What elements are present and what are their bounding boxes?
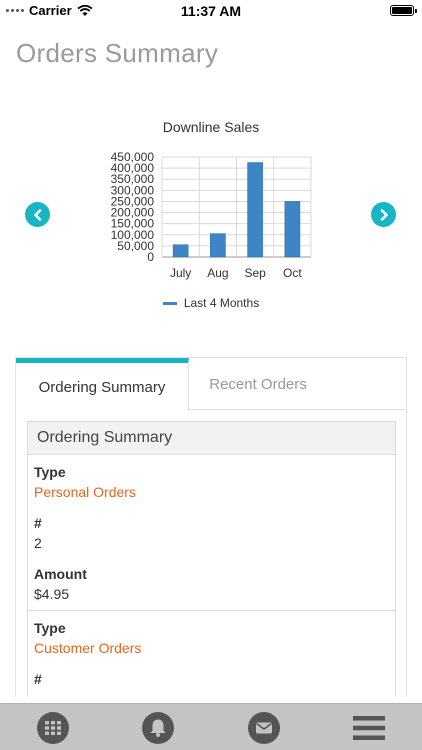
summary-card-header: Ordering Summary: [28, 422, 395, 455]
menu-button[interactable]: [353, 712, 385, 744]
status-time: 11:37 AM: [180, 3, 242, 19]
chart-container: Downline Sales 0 50,000 100,000 150,000 200,…: [0, 110, 422, 330]
bottom-nav-bar: [0, 703, 422, 750]
x-tick-label: Oct: [283, 266, 302, 280]
bar: [284, 201, 301, 258]
type-value: Personal Orders: [34, 484, 136, 500]
grid-button[interactable]: [37, 712, 69, 744]
count-label: #: [34, 515, 42, 531]
summary-card: Ordering Summary Type Personal Orders # …: [27, 421, 396, 697]
type-value: Customer Orders: [34, 640, 142, 656]
y-tick-label: 450,000: [111, 150, 155, 164]
legend-label: Last 4 Months: [183, 296, 260, 310]
type-label: Type: [34, 620, 66, 636]
bar: [172, 244, 189, 258]
page-title: Orders Summary: [16, 38, 219, 68]
tab-ordering-summary[interactable]: Ordering Summary: [16, 358, 189, 411]
menu-icon: [353, 716, 385, 740]
chart-legend: Last 4 Months: [0, 296, 422, 310]
x-tick-label: Aug: [207, 266, 228, 280]
tab-recent-orders[interactable]: Recent Orders: [190, 358, 326, 410]
grid-icon: [37, 712, 69, 744]
amount-label: Amount: [34, 566, 87, 582]
notifications-button[interactable]: [142, 712, 174, 744]
mail-icon: [248, 712, 280, 744]
next-chart-button[interactable]: [371, 202, 396, 227]
battery-icon: [390, 5, 417, 16]
order-row: Type Customer Orders #: [28, 611, 395, 695]
x-tick-label: July: [170, 266, 191, 280]
chevron-left-icon: [33, 208, 41, 221]
chevron-right-icon: [380, 208, 388, 221]
bar: [210, 233, 226, 258]
tab-bar: Ordering Summary Recent Orders: [16, 358, 406, 411]
bell-icon: [142, 712, 174, 744]
count-value: 2: [34, 535, 42, 551]
messages-button[interactable]: [248, 712, 280, 744]
orders-panel: Ordering Summary Recent Orders Ordering …: [15, 357, 407, 697]
amount-value: $4.95: [34, 586, 70, 602]
count-label: #: [34, 671, 42, 687]
order-row: Type Personal Orders # 2 Amount $4.95: [28, 455, 395, 611]
legend-swatch: [162, 302, 177, 306]
status-bar: Carrier 11:37 AM: [0, 0, 422, 22]
type-label: Type: [34, 464, 66, 480]
x-tick-label: Sep: [244, 266, 266, 280]
bar: [247, 162, 263, 258]
prev-chart-button[interactable]: [25, 202, 50, 227]
